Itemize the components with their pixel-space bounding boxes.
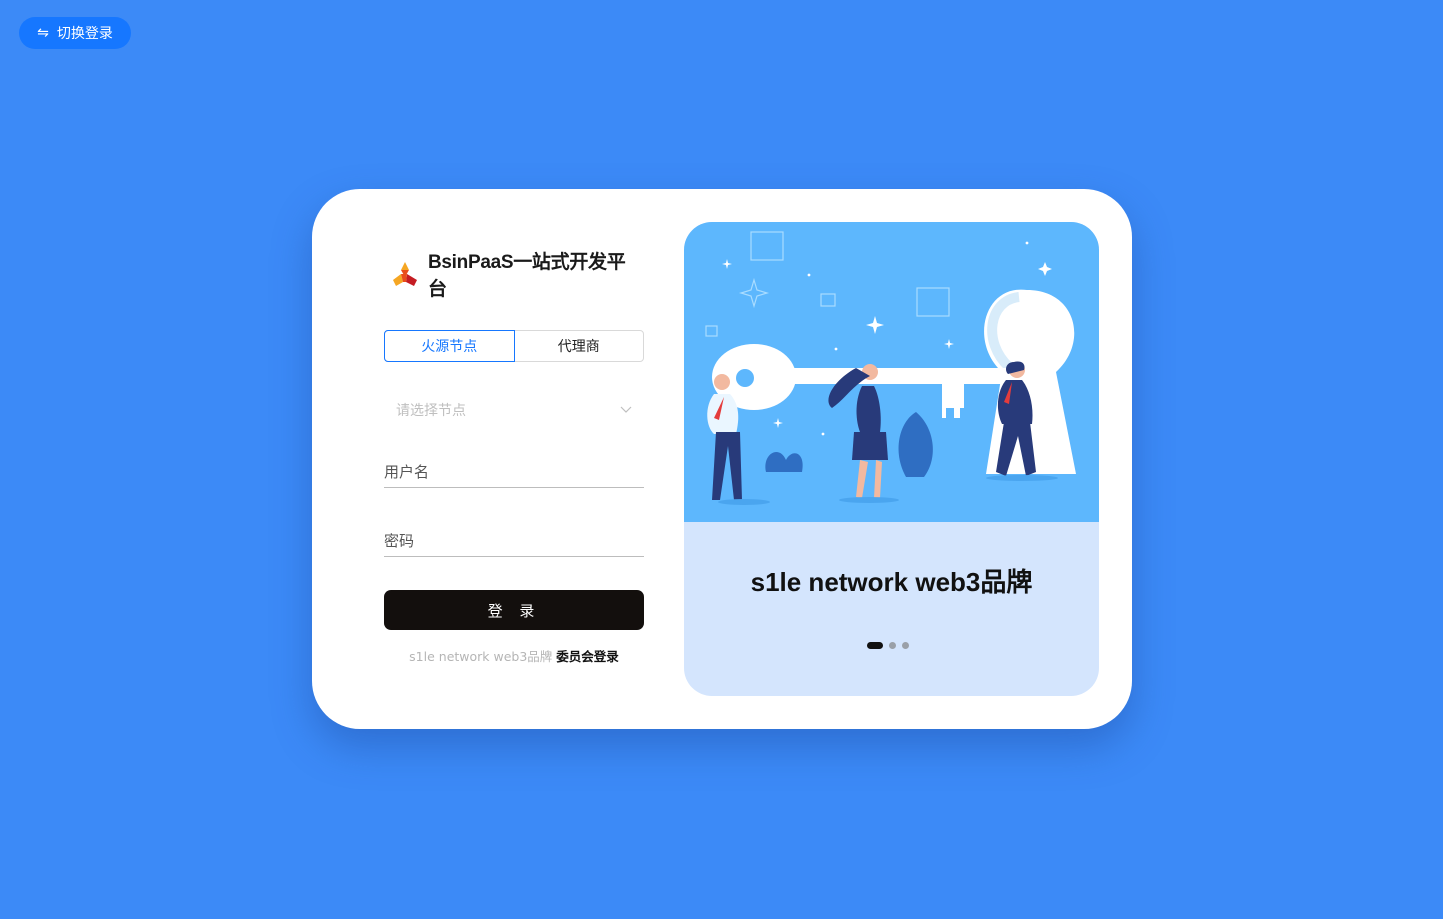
- node-select[interactable]: 请选择节点: [384, 394, 644, 426]
- swap-arrows-icon: ⇋: [37, 25, 49, 41]
- carousel-dot-2[interactable]: [889, 642, 896, 649]
- node-select-placeholder: 请选择节点: [396, 403, 466, 419]
- brand: BsinPaaS一站式开发平台: [390, 247, 644, 301]
- bsin-logo: [392, 262, 417, 286]
- key-illustration: [684, 222, 1099, 522]
- switch-login-label: 切换登录: [56, 26, 113, 42]
- tab-agent[interactable]: 代理商: [515, 331, 644, 361]
- login-type-tabs: 火源节点 代理商: [384, 330, 644, 362]
- chevron-down-icon: [620, 406, 632, 413]
- tab-fire-node[interactable]: 火源节点: [384, 330, 515, 362]
- username-input[interactable]: [384, 456, 644, 487]
- carousel-dot-1[interactable]: [867, 642, 883, 649]
- committee-login-link[interactable]: 委员会登录: [556, 649, 619, 664]
- login-card: BsinPaaS一站式开发平台 火源节点 代理商 请选择节点 登 录 s1le …: [312, 189, 1132, 729]
- carousel: s1le network web3品牌: [684, 222, 1099, 696]
- username-field: [384, 456, 644, 488]
- carousel-dot-3[interactable]: [902, 642, 909, 649]
- committee-login-line: s1le network web3品牌 委员会登录: [384, 646, 644, 665]
- footer-prefix: s1le network web3品牌: [409, 649, 553, 664]
- password-input[interactable]: [384, 525, 644, 556]
- switch-login-button[interactable]: ⇋ 切换登录: [19, 17, 131, 49]
- login-form-panel: BsinPaaS一站式开发平台 火源节点 代理商 请选择节点 登 录 s1le …: [384, 189, 644, 729]
- slide-title: s1le network web3品牌: [750, 567, 1033, 597]
- login-button[interactable]: 登 录: [384, 590, 644, 630]
- carousel-dots: [867, 642, 909, 649]
- brand-title: BsinPaaS一站式开发平台: [427, 252, 626, 300]
- password-field: [384, 525, 644, 557]
